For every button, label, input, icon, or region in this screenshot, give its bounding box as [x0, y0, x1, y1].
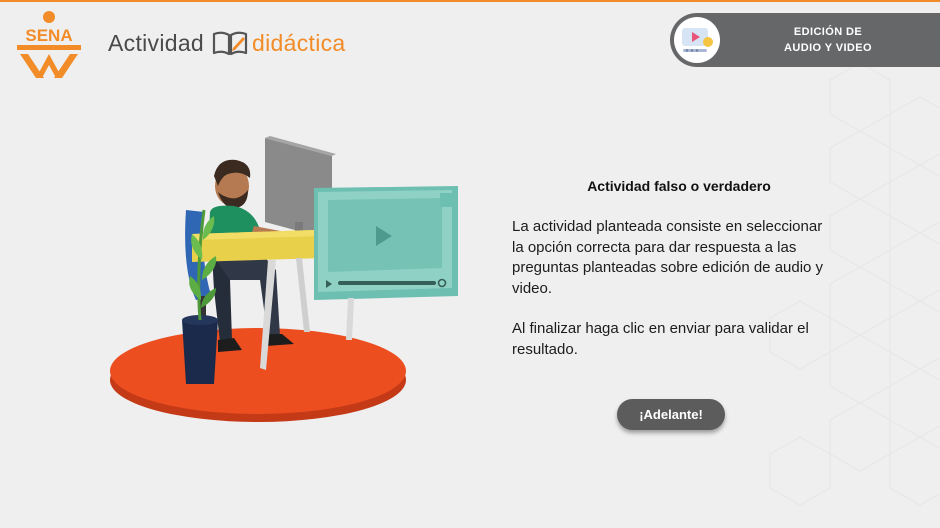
- next-button[interactable]: ¡Adelante!: [617, 399, 725, 430]
- activity-description: La actividad planteada consiste en selec…: [512, 218, 824, 297]
- module-title-line-2: AUDIO Y VIDEO: [784, 42, 872, 54]
- module-badge: [674, 17, 720, 63]
- sena-logo: SENA: [17, 11, 81, 78]
- module-title-line-1: EDICIÓN DE: [793, 26, 863, 38]
- activity-title: Actividad falso o verdadero: [587, 178, 771, 194]
- module-title: EDICIÓN DE AUDIO Y VIDEO: [740, 24, 916, 56]
- video-editor-illustration: [110, 136, 458, 422]
- sena-logo-text: SENA: [25, 26, 72, 45]
- module-banner: EDICIÓN DE AUDIO Y VIDEO: [670, 13, 940, 67]
- activity-content: Actividad falso o verdadero La actividad…: [512, 178, 832, 360]
- activity-brand: Actividad didáctica: [108, 28, 346, 58]
- book-pencil-icon: [212, 31, 248, 56]
- video-editing-icon: [682, 28, 713, 52]
- brand-actividad-text: Actividad: [108, 29, 205, 56]
- activity-instructions: Al finalizar haga clic en enviar para va…: [512, 320, 809, 358]
- brand-didactica-text: didáctica: [252, 29, 346, 56]
- top-accent-line: [0, 0, 940, 2]
